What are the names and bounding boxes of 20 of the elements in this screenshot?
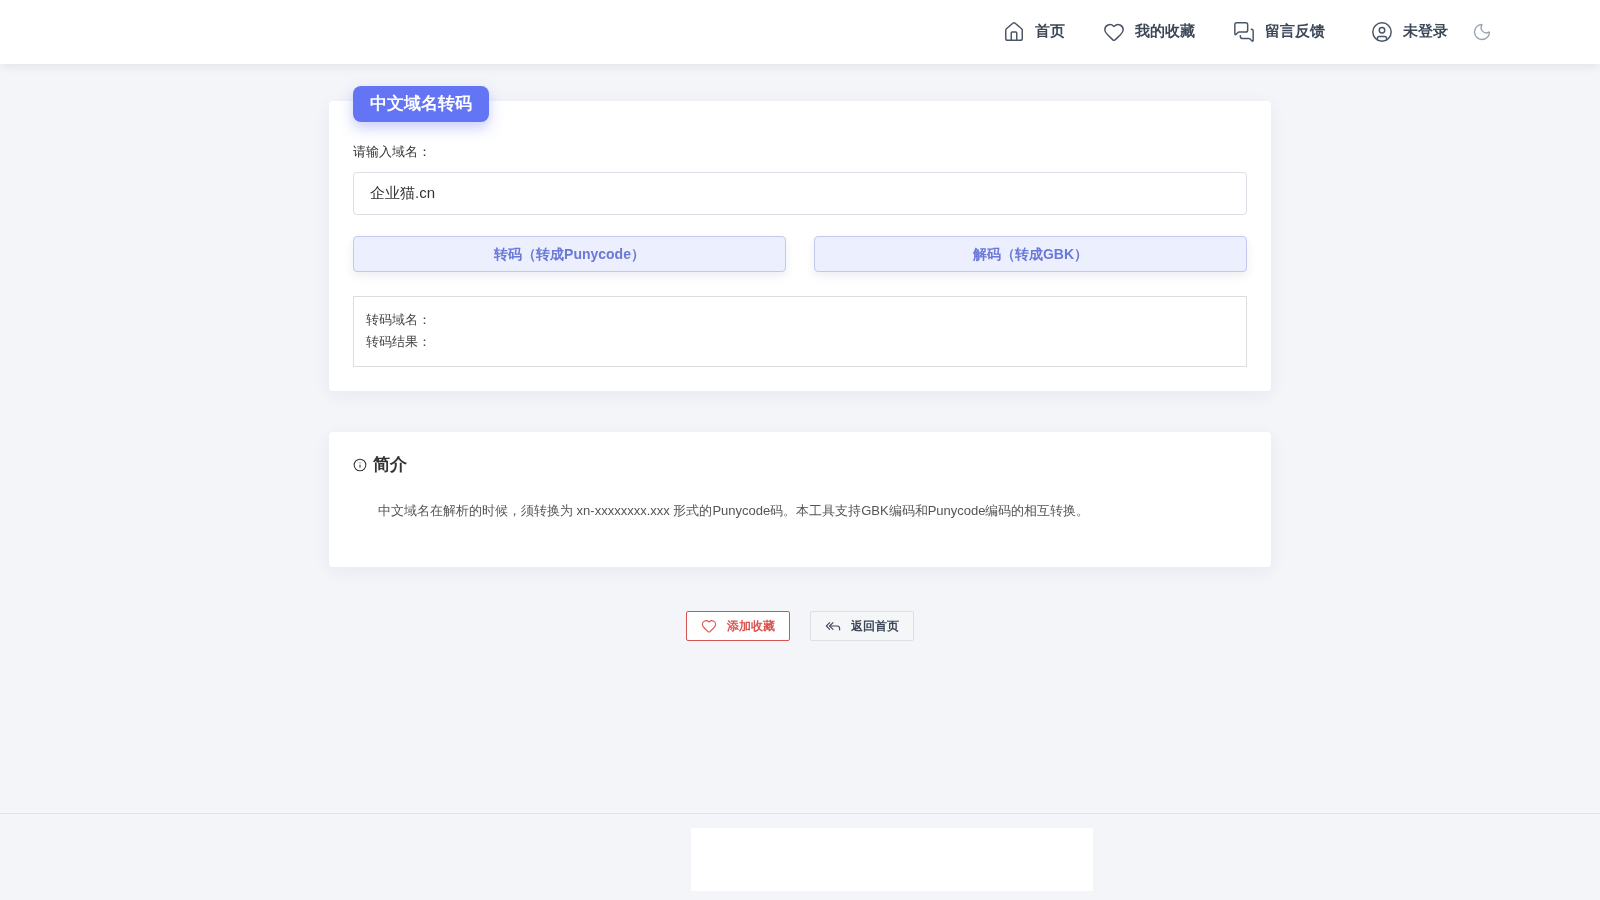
section-title: 简介 — [373, 454, 407, 476]
user-icon — [1371, 21, 1393, 43]
back-home-button[interactable]: 返回首页 — [810, 611, 914, 641]
heart-icon — [701, 618, 717, 634]
home-icon — [1003, 21, 1025, 43]
info-icon — [353, 458, 367, 472]
result-label: 转码域名： — [366, 311, 431, 329]
nav-link[interactable]: 未登录 — [1371, 21, 1448, 43]
field-label: 请输入域名： — [353, 143, 432, 161]
nav-link[interactable]: 留言反馈 — [1233, 21, 1325, 43]
card-title: 中文域名转码 — [353, 86, 489, 122]
nav-link[interactable]: 我的收藏 — [1103, 21, 1195, 43]
moon-icon[interactable] — [1472, 22, 1492, 42]
result-label: 转码结果： — [366, 333, 431, 351]
chat-bubbles-icon — [1233, 21, 1255, 43]
nav-link[interactable]: 首页 — [1003, 21, 1065, 43]
domain-input[interactable]: 企业猫.cn — [353, 172, 1247, 215]
heart-icon — [1103, 21, 1125, 43]
intro-text: 中文域名在解析的时候，须转换为 xn-xxxxxxxx.xxx 形式的Punycode码。本工具支持GBK编码和Punycode编码的相互转换。 — [377, 502, 1091, 520]
add-favorite-button[interactable]: 添加收藏 — [686, 611, 790, 641]
